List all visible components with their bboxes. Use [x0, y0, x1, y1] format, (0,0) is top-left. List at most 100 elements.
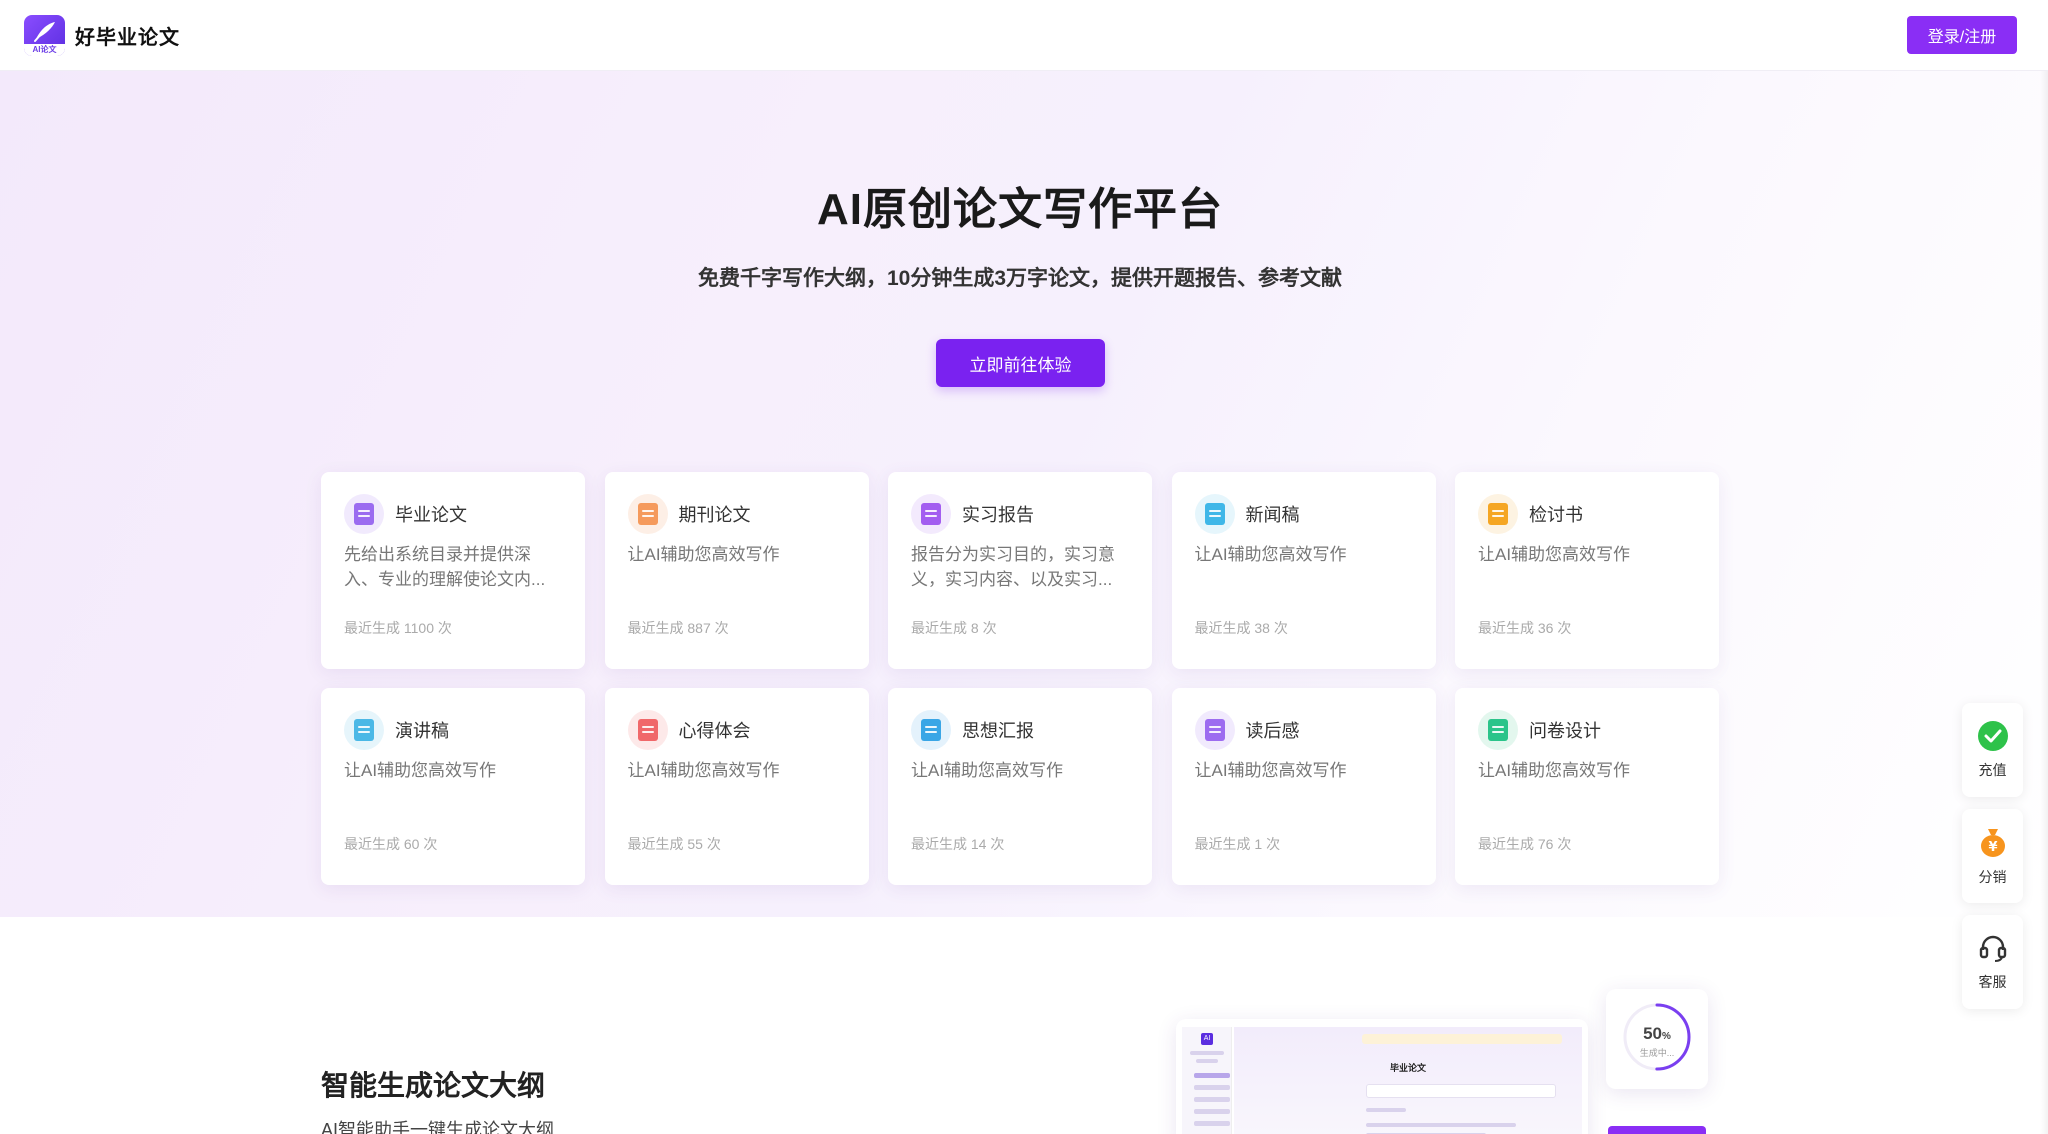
card-description: 先给出系统目录并提供深入、专业的理解使论文内... [344, 545, 546, 589]
card-header: 演讲稿 [344, 710, 562, 750]
writing-type-grid: 毕业论文先给出系统目录并提供深入、专业的理解使论文内... 最近生成 1100 次… [321, 472, 1721, 885]
card-header: 心得体会 [627, 710, 846, 750]
customer-service-label: 客服 [1978, 974, 2007, 990]
top-header: AI论文 好毕业论文 登录/注册 [0, 0, 2048, 71]
writing-type-card[interactable]: 演讲稿让AI辅助您高效写作 最近生成 60 次 [321, 688, 585, 885]
graduation-cap-icon [344, 494, 384, 534]
report-icon [911, 494, 951, 534]
preview-menu-item [1194, 1073, 1230, 1078]
card-title: 问卷设计 [1529, 721, 1601, 741]
recharge-label: 充值 [1978, 762, 2007, 778]
card-title: 检讨书 [1529, 505, 1583, 525]
book-icon [1194, 710, 1235, 750]
card-description: 让AI辅助您高效写作 [627, 761, 780, 780]
brand[interactable]: AI论文 好毕业论文 [24, 14, 180, 56]
money-bag-icon: ¥ [1980, 829, 2005, 857]
writing-type-card[interactable]: 心得体会让AI辅助您高效写作 最近生成 55 次 [604, 688, 869, 885]
card-usage-count: 最近生成 55 次 [627, 836, 721, 852]
card-title: 期刊论文 [678, 505, 751, 525]
logo-label: AI论文 [24, 43, 65, 56]
writing-type-card[interactable]: 实习报告报告分为实习目的，实习意义，实习内容、以及实习... 最近生成 8 次 [888, 472, 1152, 669]
card-title: 实习报告 [962, 505, 1034, 525]
card-header: 实习报告 [911, 494, 1129, 534]
progress-percent: 50% [1606, 1024, 1708, 1044]
card-header: 新闻稿 [1194, 494, 1413, 534]
card-title: 心得体会 [678, 721, 751, 741]
card-description: 让AI辅助您高效写作 [911, 761, 1064, 780]
card-description: 让AI辅助您高效写作 [1194, 761, 1347, 780]
distribution-button[interactable]: ¥ 分销 [1962, 809, 2023, 903]
preview-sidebar: AI [1182, 1027, 1232, 1134]
svg-text:¥: ¥ [1988, 840, 1997, 855]
writing-type-card[interactable]: 读后感让AI辅助您高效写作 最近生成 1 次 [1171, 688, 1436, 885]
preview-line [1196, 1059, 1218, 1063]
writing-type-card[interactable]: 期刊论文让AI辅助您高效写作 最近生成 887 次 [604, 472, 869, 669]
preview-menu-item [1194, 1109, 1230, 1114]
preview-logo: AI [1201, 1033, 1213, 1045]
card-usage-count: 最近生成 38 次 [1194, 620, 1288, 636]
card-usage-count: 最近生成 36 次 [1478, 620, 1572, 636]
card-usage-count: 最近生成 1100 次 [344, 620, 452, 636]
distribution-label: 分销 [1978, 869, 2007, 885]
preview-line [1366, 1123, 1516, 1127]
writing-type-card[interactable]: 毕业论文先给出系统目录并提供深入、专业的理解使论文内... 最近生成 1100 次 [321, 472, 585, 669]
quill-icon [33, 21, 55, 42]
preview-title: 毕业论文 [1389, 1063, 1426, 1073]
card-description: 报告分为实习目的，实习意义，实习内容、以及实习... [911, 545, 1115, 589]
logo: AI论文 [24, 14, 65, 56]
preview-line [1190, 1051, 1224, 1055]
preview-main: 毕业论文 [1234, 1027, 1582, 1134]
progress-value: 50 [1643, 1024, 1662, 1043]
brand-name: 好毕业论文 [75, 26, 180, 49]
preview-action-button [1608, 1126, 1706, 1134]
card-title: 演讲稿 [395, 721, 449, 741]
writing-type-card[interactable]: 新闻稿 让AI辅助您高效写作 最近生成 38 次 [1171, 472, 1436, 669]
card-description: 让AI辅助您高效写作 [627, 545, 780, 564]
preview-menu-item [1194, 1097, 1230, 1102]
card-header: 毕业论文 [344, 494, 562, 534]
heart-book-icon [627, 710, 668, 750]
preview-banner [1362, 1034, 1562, 1044]
card-header: 问卷设计 [1478, 710, 1696, 750]
card-usage-count: 最近生成 1 次 [1194, 836, 1281, 852]
login-register-button[interactable]: 登录/注册 [1907, 16, 2017, 54]
card-title: 新闻稿 [1245, 505, 1300, 525]
card-usage-count: 最近生成 8 次 [911, 620, 997, 636]
progress-unit: % [1662, 1031, 1671, 1042]
card-description: 让AI辅助您高效写作 [1478, 761, 1631, 780]
hero-title: AI原创论文写作平台 [817, 185, 1223, 234]
scrollbar-track[interactable] [2040, 71, 2048, 1134]
writing-type-card[interactable]: 思想汇报让AI辅助您高效写作 最近生成 14 次 [888, 688, 1152, 885]
feature-title: 智能生成论文大纲 [321, 1070, 546, 1101]
hero-section: AI原创论文写作平台 免费千字写作大纲，10分钟生成3万字论文，提供开题报告、参… [0, 71, 2048, 917]
card-header: 读后感 [1194, 710, 1413, 750]
news-icon [1194, 494, 1235, 534]
journal-icon [627, 494, 668, 534]
card-description: 让AI辅助您高效写作 [344, 761, 497, 780]
envelope-icon [1478, 494, 1518, 534]
card-header: 期刊论文 [627, 494, 846, 534]
outline-preview-mockup: AI 毕业论文 [1176, 1019, 1588, 1134]
writing-type-card[interactable]: 检讨书让AI辅助您高效写作 最近生成 36 次 [1455, 472, 1719, 669]
preview-line [1366, 1108, 1406, 1112]
recharge-button[interactable]: 充值 [1962, 703, 2023, 797]
preview-menu-item [1194, 1085, 1230, 1090]
preview-menu-item [1194, 1121, 1230, 1126]
card-title: 思想汇报 [962, 721, 1034, 741]
card-title: 毕业论文 [395, 505, 467, 525]
speech-icon [344, 710, 384, 750]
generation-progress-card: 50% 生成中... [1606, 989, 1708, 1089]
customer-service-button[interactable]: 客服 [1962, 915, 2023, 1009]
card-header: 思想汇报 [911, 710, 1129, 750]
preview-input [1366, 1084, 1556, 1098]
card-description: 让AI辅助您高效写作 [1478, 545, 1631, 564]
try-now-button[interactable]: 立即前往体验 [936, 339, 1105, 387]
card-usage-count: 最近生成 887 次 [627, 620, 729, 636]
headset-icon [1979, 935, 2006, 962]
card-usage-count: 最近生成 60 次 [344, 836, 438, 852]
card-title: 读后感 [1245, 721, 1300, 741]
card-header: 检讨书 [1478, 494, 1696, 534]
card-usage-count: 最近生成 14 次 [911, 836, 1005, 852]
document-icon [911, 710, 951, 750]
writing-type-card[interactable]: 问卷设计 让AI辅助您高效写作 最近生成 76 次 [1455, 688, 1719, 885]
